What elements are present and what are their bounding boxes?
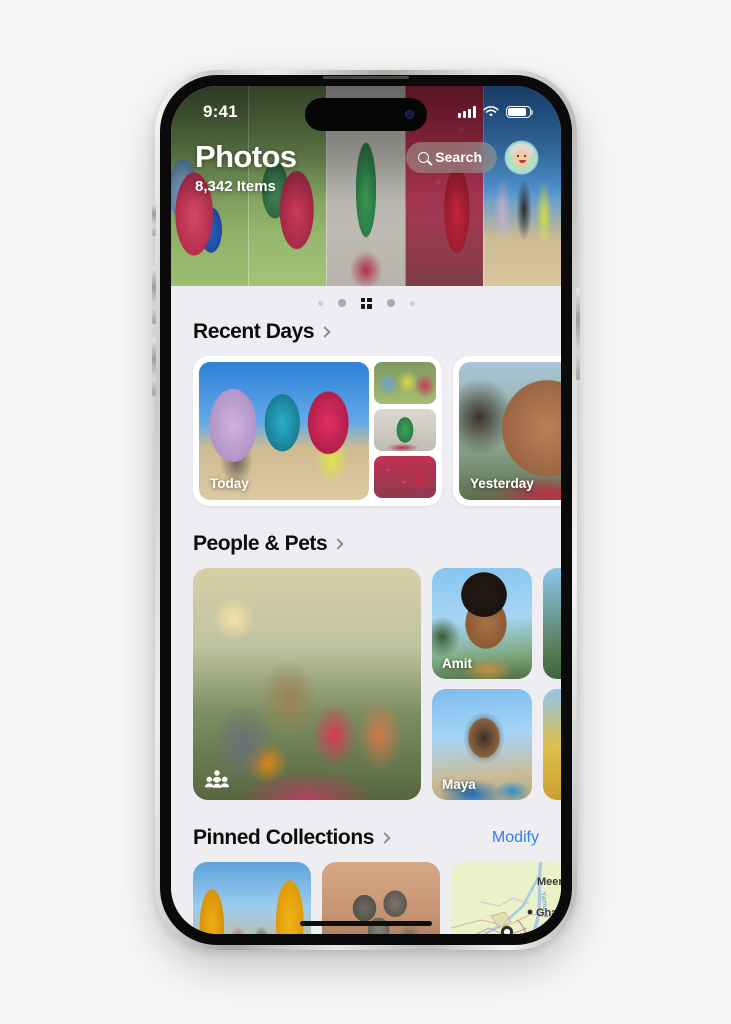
- earpiece-speaker: [323, 76, 409, 79]
- battery-icon: [506, 105, 534, 119]
- wifi-icon: [483, 106, 499, 117]
- dynamic-island: [305, 98, 427, 131]
- person-card-amit[interactable]: Amit: [432, 568, 532, 679]
- page-dot[interactable]: [409, 300, 415, 306]
- status-clock: 9:41: [203, 102, 238, 121]
- person-card[interactable]: [543, 568, 561, 679]
- volume-up-button[interactable]: [152, 266, 156, 324]
- section-title-group[interactable]: Pinned Collections: [193, 826, 391, 850]
- section-header-people-and-pets[interactable]: People & Pets: [171, 532, 561, 556]
- recent-day-thumb[interactable]: [374, 456, 436, 498]
- chevron-right-icon: [379, 832, 391, 844]
- section-title-group[interactable]: Recent Days: [193, 320, 331, 344]
- title-group: Photos: [195, 139, 297, 174]
- recent-day-thumb[interactable]: [374, 409, 436, 451]
- status-indicators: [458, 105, 534, 119]
- chevron-right-icon: [332, 538, 344, 550]
- section-header-pinned-collections[interactable]: Pinned Collections Modify: [171, 826, 561, 850]
- page-title: Photos: [195, 139, 297, 174]
- volume-down-button[interactable]: [152, 338, 156, 396]
- recent-day-main-photo[interactable]: Yesterday: [459, 362, 561, 500]
- recent-day-label: Yesterday: [470, 476, 534, 491]
- action-button[interactable]: [152, 202, 156, 236]
- section-title: Recent Days: [193, 320, 315, 343]
- map-place-label: Meerut: [537, 876, 561, 888]
- people-group-card[interactable]: [193, 568, 421, 800]
- recent-day-label: Today: [210, 476, 249, 491]
- chevron-right-icon: [319, 326, 331, 338]
- header-actions: Search: [406, 141, 537, 173]
- recent-day-thumbs: [374, 362, 436, 500]
- people-faces-column: Amit Maya: [432, 568, 532, 800]
- person-card-maya[interactable]: Maya: [432, 689, 532, 800]
- iphone-device-frame: 9:41 Photos Search 8,342 Items Recent Da…: [152, 70, 580, 950]
- person-card[interactable]: [543, 689, 561, 800]
- person-name: Maya: [442, 777, 476, 792]
- app-header: Photos Search 8,342 Items: [171, 139, 561, 195]
- people-and-pets-row[interactable]: Amit Maya: [171, 568, 561, 800]
- page-indicator[interactable]: [171, 286, 561, 320]
- recent-day-card-yesterday[interactable]: Yesterday: [453, 356, 561, 506]
- section-title: Pinned Collections: [193, 826, 374, 849]
- search-button[interactable]: Search: [406, 141, 497, 173]
- person-name: Amit: [442, 656, 472, 671]
- section-title-group[interactable]: People & Pets: [193, 532, 344, 556]
- cellular-bars-icon: [458, 106, 476, 118]
- recent-days-row[interactable]: Today Yesterday: [171, 356, 561, 506]
- pinned-collection-tile[interactable]: [193, 862, 311, 934]
- power-button[interactable]: [576, 288, 580, 380]
- map-graphic: Meerut Ghaz Delhi Yamuna: [451, 862, 561, 934]
- section-title: People & Pets: [193, 532, 328, 555]
- modify-button[interactable]: Modify: [492, 829, 539, 847]
- home-indicator[interactable]: [300, 921, 432, 926]
- section-header-recent-days[interactable]: Recent Days: [171, 320, 561, 344]
- search-button-label: Search: [435, 149, 482, 166]
- recent-day-main-photo[interactable]: Today: [199, 362, 369, 500]
- recent-day-thumb[interactable]: [374, 362, 436, 404]
- device-screen: 9:41 Photos Search 8,342 Items Recent Da…: [171, 86, 561, 934]
- grid-view-icon[interactable]: [360, 297, 372, 309]
- page-dot[interactable]: [386, 299, 395, 307]
- page-dot[interactable]: [337, 299, 346, 307]
- search-icon: [418, 151, 430, 163]
- pinned-collection-map-tile[interactable]: Meerut Ghaz Delhi Yamuna: [451, 862, 561, 934]
- front-camera-icon: [405, 110, 414, 119]
- screenshot-canvas: 9:41 Photos Search 8,342 Items Recent Da…: [0, 0, 731, 1024]
- avatar[interactable]: [506, 141, 537, 173]
- app-header-row: Photos Search: [195, 139, 537, 174]
- people-faces-column-overflow: [543, 568, 561, 800]
- item-count: 8,342 Items: [195, 177, 276, 195]
- memoji-face: [513, 149, 530, 167]
- device-bezel: 9:41 Photos Search 8,342 Items Recent Da…: [160, 75, 572, 945]
- photos-scroll-view[interactable]: Recent Days Today Yesterday People & Pet…: [171, 286, 561, 934]
- group-of-people-icon: [205, 770, 229, 788]
- recent-day-card-today[interactable]: Today: [193, 356, 442, 506]
- page-dot[interactable]: [317, 300, 323, 306]
